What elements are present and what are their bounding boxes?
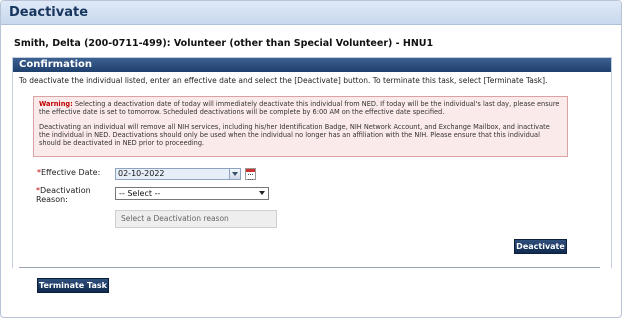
divider [19, 267, 600, 268]
warning-label: Warning: [39, 100, 73, 108]
warning-paragraph-2: Deactivating an individual will remove a… [39, 123, 550, 147]
effective-date-input[interactable]: 02-10-2022 [115, 168, 241, 180]
calendar-icon[interactable] [245, 168, 256, 180]
warning-box: Warning: Selecting a deactivation date o… [33, 96, 568, 157]
select-value: -- Select -- [119, 189, 161, 198]
terminate-task-button[interactable]: Terminate Task [37, 278, 109, 293]
deactivate-button[interactable]: Deactivate [514, 239, 567, 254]
deactivation-reason-label-text: Deactivation Reason: [36, 186, 91, 204]
instructions-text: To deactivate the individual listed, ent… [19, 76, 548, 85]
confirmation-section: Confirmation [12, 57, 612, 268]
deactivation-reason-label: *Deactivation Reason: [36, 186, 106, 204]
deactivation-reason-select[interactable]: -- Select -- [115, 187, 269, 200]
title-bar: Deactivate [1, 1, 621, 25]
deactivation-reason-placeholder: Select a Deactivation reason [115, 210, 277, 228]
person-heading: Smith, Delta (200-0711-499): Volunteer (… [14, 38, 434, 49]
effective-date-label: *Effective Date: [37, 168, 100, 177]
warning-paragraph-1: Warning: Selecting a deactivation date o… [39, 100, 562, 116]
page-title: Deactivate [9, 5, 89, 20]
confirmation-header: Confirmation [13, 58, 611, 72]
warning-text: Selecting a deactivation date of today w… [39, 100, 560, 116]
chevron-down-icon [259, 191, 265, 195]
effective-date-label-text: Effective Date: [41, 168, 101, 177]
chevron-down-icon[interactable] [229, 168, 241, 180]
